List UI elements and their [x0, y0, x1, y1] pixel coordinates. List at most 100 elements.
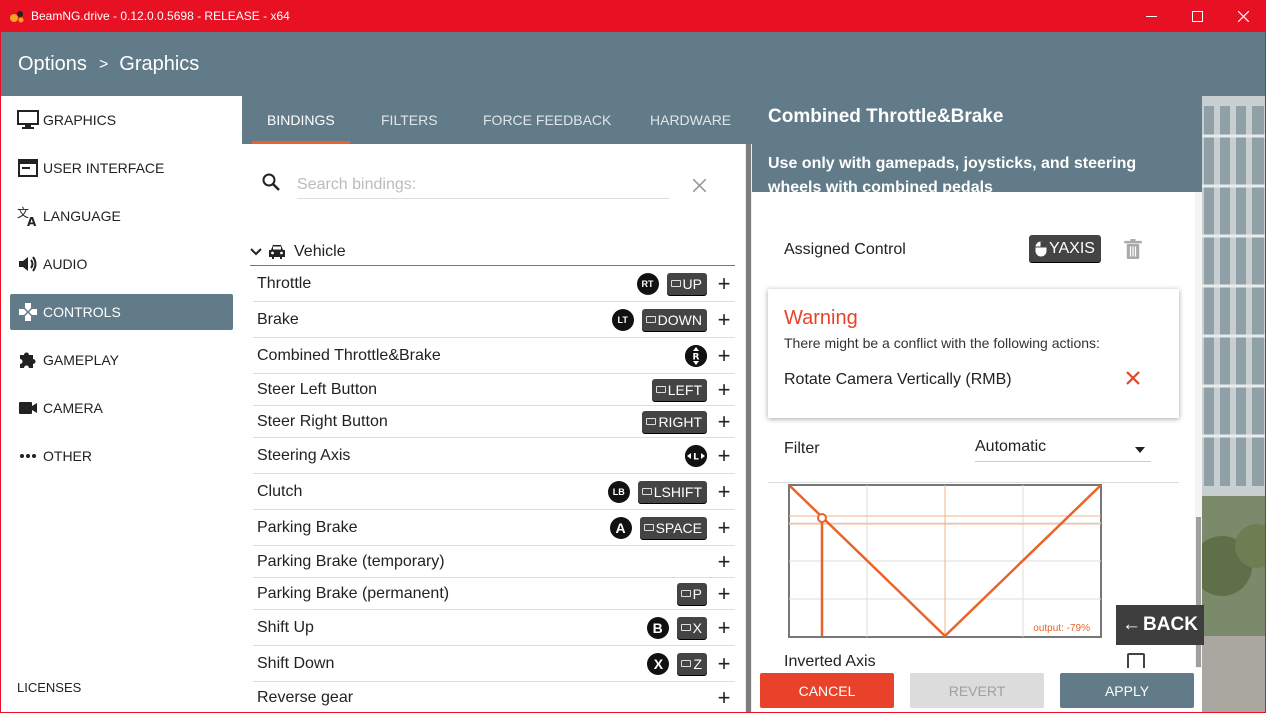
add-binding-button[interactable]: +	[715, 410, 733, 432]
add-binding-button[interactable]: +	[715, 344, 733, 366]
add-binding-button[interactable]: +	[715, 582, 733, 604]
search-input[interactable]	[297, 171, 669, 199]
sidebar-item-other[interactable]: OTHER	[10, 438, 233, 474]
controller-badge-x[interactable]: X	[647, 652, 670, 675]
add-binding-button[interactable]: +	[715, 550, 733, 572]
title-bar: BeamNG.drive - 0.12.0.0.5698 - RELEASE -…	[1, 1, 1265, 32]
inverted-axis-checkbox[interactable]	[1127, 653, 1145, 668]
add-binding-button[interactable]: +	[715, 272, 733, 294]
binding-label: Parking Brake	[257, 518, 358, 536]
keyboard-icon	[680, 624, 691, 631]
maximize-icon	[1191, 11, 1203, 22]
binding-label: Clutch	[257, 482, 303, 500]
controller-badge-lb[interactable]: LB	[607, 480, 630, 503]
add-binding-button[interactable]: +	[715, 516, 733, 538]
add-binding-button[interactable]: +	[715, 444, 733, 466]
key-label: SPACE	[655, 519, 702, 536]
binding-row-reverse-gear[interactable]: Reverse gear +	[253, 682, 735, 712]
back-arrow-icon: ←	[1122, 614, 1142, 635]
back-button[interactable]: ← BACK	[1116, 605, 1204, 645]
detail-scrollbar[interactable]	[1195, 192, 1202, 668]
revert-button[interactable]: REVERT	[910, 673, 1044, 708]
key-binding[interactable]: SPACE	[639, 516, 707, 539]
binding-row-parking-brake-temporary[interactable]: Parking Brake (temporary) +	[253, 546, 735, 578]
breadcrumb-current: Graphics	[119, 53, 200, 75]
right-stick-vertical-icon[interactable]: R	[685, 344, 707, 367]
key-binding[interactable]: RIGHT	[642, 410, 707, 433]
window-icon	[17, 157, 39, 179]
remove-conflict-icon[interactable]	[1124, 369, 1142, 387]
key-binding[interactable]: LSHIFT	[637, 480, 707, 503]
sidebar-item-language[interactable]: 文A LANGUAGE	[10, 198, 233, 234]
close-button[interactable]	[1220, 1, 1265, 32]
sidebar-item-graphics[interactable]: GRAPHICS	[10, 102, 233, 138]
binding-row-steering-axis[interactable]: Steering Axis L +	[253, 438, 735, 474]
keyboard-icon	[643, 524, 654, 531]
binding-row-parking-brake[interactable]: Parking Brake A SPACE +	[253, 510, 735, 546]
controller-badge-rt[interactable]: RT	[636, 272, 659, 295]
breadcrumb: Options > Graphics	[18, 53, 199, 76]
binding-label: Steer Right Button	[257, 412, 388, 430]
sidebar-item-controls[interactable]: CONTROLS	[10, 294, 233, 330]
key-binding[interactable]: P	[676, 582, 707, 605]
apply-button[interactable]: APPLY	[1060, 673, 1194, 708]
sidebar-item-user-interface[interactable]: USER INTERFACE	[10, 150, 233, 186]
assigned-control-chip[interactable]: YAXIS	[1029, 235, 1101, 262]
sidebar-item-label: LANGUAGE	[43, 208, 121, 224]
add-binding-button[interactable]: +	[715, 616, 733, 638]
search-bar	[262, 171, 722, 201]
binding-row-shift-down[interactable]: Shift Down X Z +	[253, 646, 735, 682]
key-label: Z	[693, 655, 702, 672]
binding-row-steer-left-button[interactable]: Steer Left Button LEFT +	[253, 374, 735, 406]
binding-label: Parking Brake (temporary)	[257, 552, 445, 570]
binding-row-throttle[interactable]: Throttle RT UP +	[253, 266, 735, 302]
controller-badge-b[interactable]: B	[646, 616, 669, 639]
key-binding[interactable]: LEFT	[651, 378, 707, 401]
cancel-button[interactable]: CANCEL	[760, 673, 894, 708]
clear-search-icon[interactable]	[693, 179, 706, 192]
key-binding[interactable]: Z	[677, 652, 707, 675]
sidebar-item-gameplay[interactable]: GAMEPLAY	[10, 342, 233, 378]
add-binding-button[interactable]: +	[715, 378, 733, 400]
add-binding-button[interactable]: +	[715, 687, 733, 709]
category-vehicle[interactable]: Vehicle	[250, 238, 735, 266]
key-binding[interactable]: DOWN	[641, 308, 707, 331]
key-binding[interactable]: UP	[666, 272, 707, 295]
controller-badge-a[interactable]: A	[609, 516, 632, 539]
add-binding-button[interactable]: +	[715, 652, 733, 674]
maximize-button[interactable]	[1174, 1, 1220, 32]
key-label: P	[692, 585, 702, 602]
add-binding-button[interactable]: +	[715, 480, 733, 502]
add-binding-button[interactable]: +	[715, 308, 733, 330]
binding-row-parking-brake-permanent[interactable]: Parking Brake (permanent) P +	[253, 578, 735, 610]
sidebar-item-camera[interactable]: CAMERA	[10, 390, 233, 426]
binding-label: Parking Brake (permanent)	[257, 584, 450, 602]
delete-icon[interactable]	[1124, 239, 1142, 259]
keyboard-icon	[655, 386, 666, 393]
key-binding[interactable]: X	[676, 616, 707, 639]
bindings-scrollbar[interactable]	[745, 144, 752, 712]
scrollbar-thumb[interactable]	[746, 144, 751, 712]
tab-hardware[interactable]: HARDWARE	[650, 96, 731, 144]
tab-filters[interactable]: FILTERS	[381, 96, 438, 144]
tab-force-feedback[interactable]: FORCE FEEDBACK	[483, 96, 611, 144]
binding-row-steer-right-button[interactable]: Steer Right Button RIGHT +	[253, 406, 735, 438]
minimize-icon	[1145, 16, 1157, 17]
binding-row-brake[interactable]: Brake LT DOWN +	[253, 302, 735, 338]
binding-row-combined-throttle-brake[interactable]: Combined Throttle&Brake R +	[253, 338, 735, 374]
tab-bindings[interactable]: BINDINGS	[252, 96, 350, 144]
mouse-icon	[1035, 241, 1047, 256]
tab-label: FORCE FEEDBACK	[483, 112, 612, 128]
left-stick-horizontal-icon[interactable]: L	[685, 444, 707, 467]
minimize-button[interactable]	[1128, 1, 1174, 32]
binding-label: Steering Axis	[257, 446, 351, 464]
binding-row-shift-up[interactable]: Shift Up B X +	[253, 610, 735, 646]
controller-badge-lt[interactable]: LT	[611, 308, 634, 331]
binding-row-clutch[interactable]: Clutch LB LSHIFT +	[253, 474, 735, 510]
sidebar-item-label: USER INTERFACE	[43, 160, 165, 176]
sidebar-item-audio[interactable]: AUDIO	[10, 246, 233, 282]
breadcrumb-root[interactable]: Options	[18, 53, 87, 76]
warning-description: There might be a conflict with the follo…	[784, 335, 1100, 351]
filter-select[interactable]: Automatic	[975, 438, 1151, 462]
licenses-link[interactable]: LICENSES	[17, 680, 81, 695]
